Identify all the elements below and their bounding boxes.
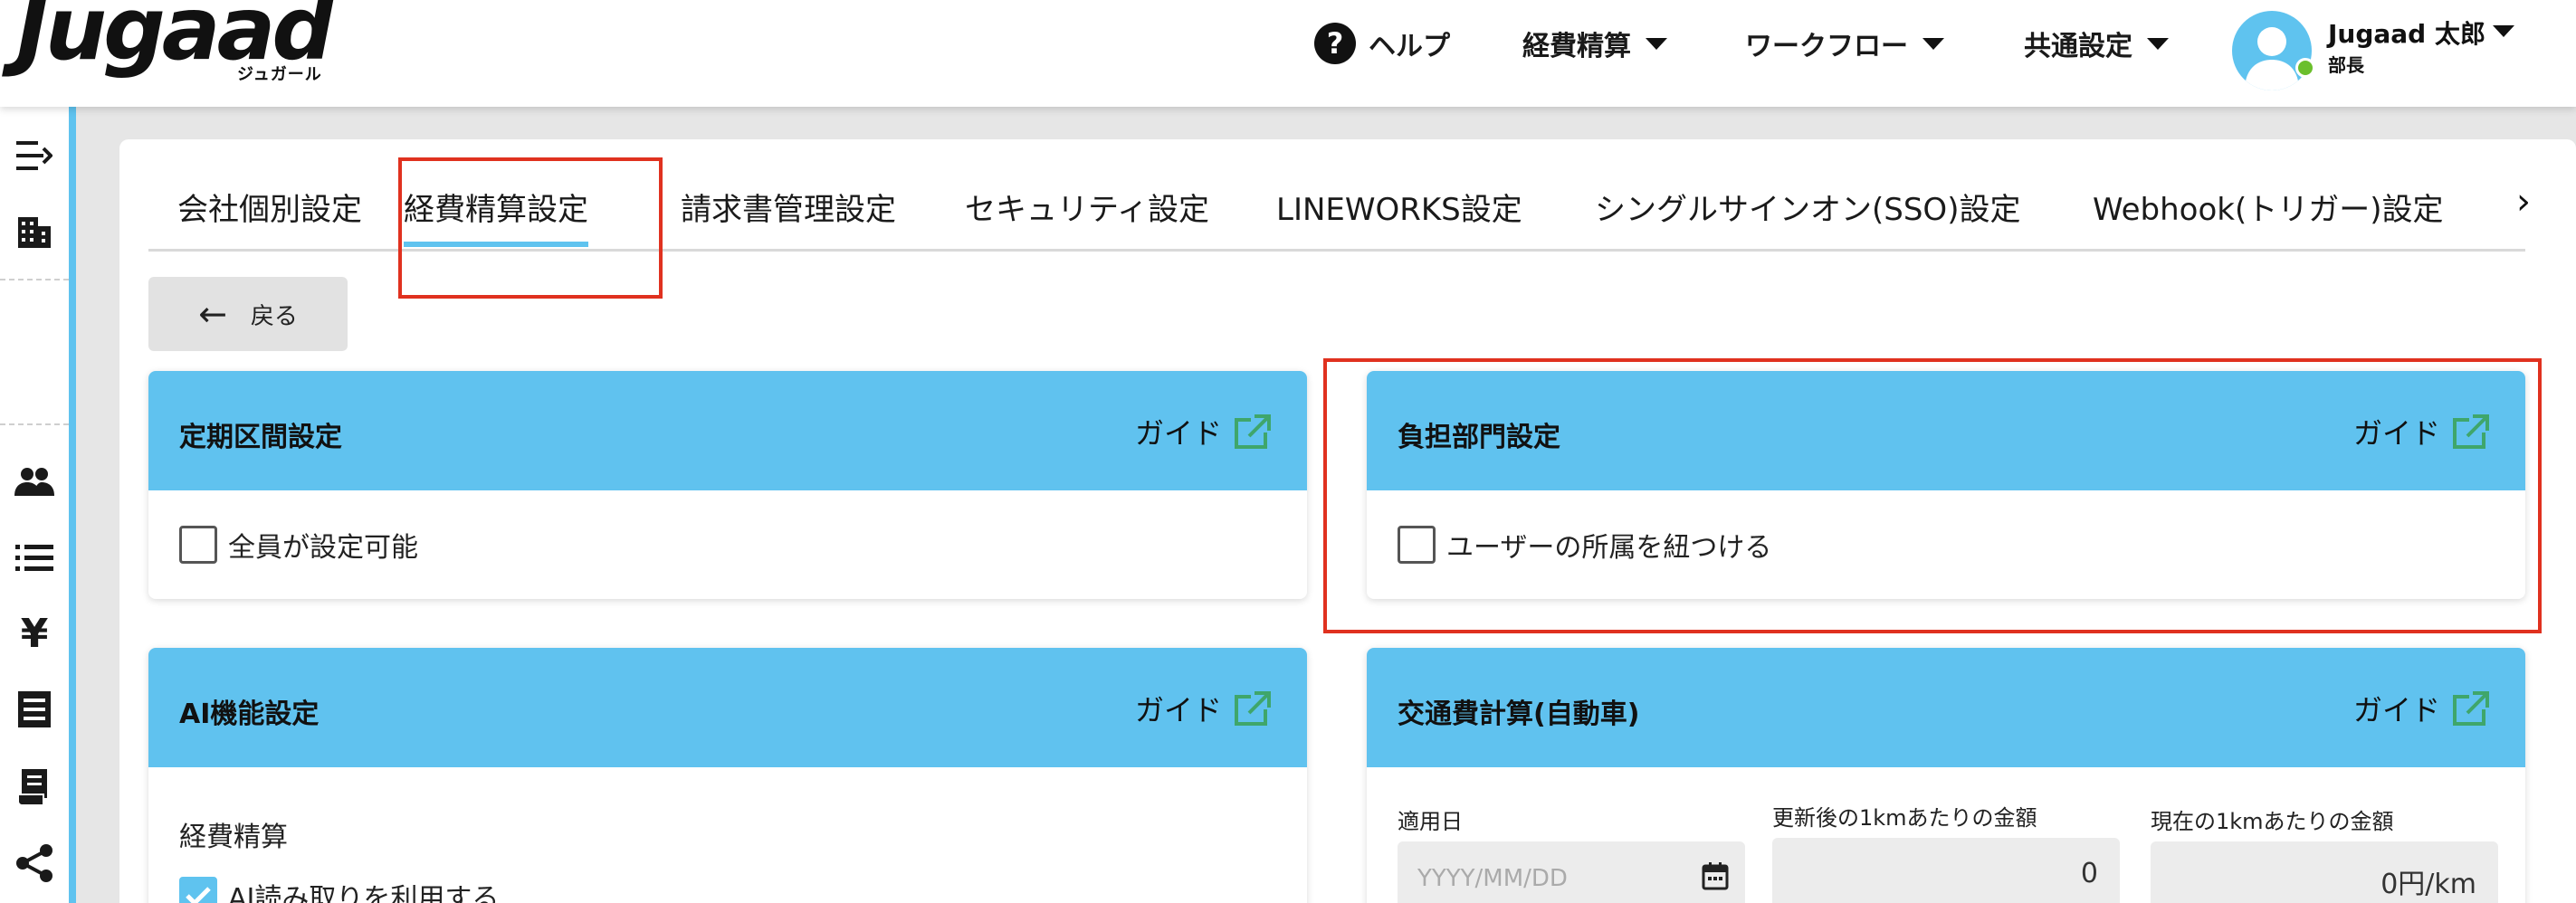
sidebar-divider — [0, 423, 69, 425]
online-status-indicator — [2295, 58, 2315, 78]
menu-expense[interactable]: 経費精算 — [1522, 18, 1667, 69]
list-icon[interactable] — [11, 534, 58, 581]
guide-label: ガイド — [1134, 416, 1222, 451]
receipt-list-icon[interactable] — [11, 686, 58, 733]
yen-icon[interactable]: ¥ — [11, 610, 58, 657]
card-header: 定期区間設定 ガイド — [148, 371, 1307, 490]
user-role: 部長 — [2328, 54, 2364, 76]
card-header: 交通費計算(自動車) ガイド — [1367, 648, 2525, 767]
date-placeholder: YYYY/MM/DD — [1417, 865, 1568, 892]
checkbox[interactable] — [179, 526, 217, 564]
guide-link[interactable]: ガイド — [1135, 688, 1273, 729]
card-commute-pass: 定期区間設定 ガイド 全員が設定可能 — [148, 371, 1307, 599]
current-rate-value: 0円/km — [2380, 869, 2476, 900]
guide-link[interactable]: ガイド — [2353, 688, 2491, 729]
tab-lineworks[interactable]: LINEWORKS設定 — [1276, 185, 1522, 229]
share-icon[interactable] — [11, 840, 58, 887]
user-menu-chevron-icon[interactable] — [2493, 25, 2514, 37]
menu-expense-label: 経費精算 — [1522, 31, 1631, 62]
external-link-icon — [1235, 691, 1271, 726]
help-menu[interactable]: ? ヘルプ — [1314, 18, 1450, 69]
menu-collapse-icon[interactable] — [11, 132, 58, 179]
date-label: 適用日 — [1398, 809, 1463, 834]
tab-company[interactable]: 会社個別設定 — [177, 185, 362, 229]
help-label: ヘルプ — [1369, 31, 1450, 62]
tab-security[interactable]: セキュリティ設定 — [965, 185, 1209, 229]
chevron-down-icon — [1922, 37, 1944, 50]
users-icon[interactable] — [11, 458, 58, 505]
card-ai-features: AI機能設定 ガイド 経費精算 AI読み取りを利用する — [148, 648, 1307, 903]
tab-sso[interactable]: シングルサインオン(SSO)設定 — [1595, 185, 2020, 229]
checkbox-label: 全員が設定可能 — [228, 532, 418, 564]
card-title: 定期区間設定 — [179, 422, 342, 453]
chevron-down-icon — [1646, 37, 1667, 50]
card-title: 交通費計算(自動車) — [1398, 699, 1640, 730]
all-users-editable-option[interactable]: 全員が設定可能 — [179, 525, 418, 565]
chevron-down-icon — [2147, 37, 2169, 50]
avatar[interactable] — [2232, 11, 2312, 90]
current-rate-display: 0円/km — [2151, 841, 2498, 903]
date-input[interactable]: YYYY/MM/DD — [1398, 841, 1745, 903]
back-button[interactable]: ← 戻る — [148, 277, 348, 351]
menu-common-settings[interactable]: 共通設定 — [2024, 18, 2169, 69]
card-header: AI機能設定 ガイド — [148, 648, 1307, 767]
sidebar: ¥ — [0, 107, 69, 903]
highlight-box-tab — [398, 157, 663, 299]
menu-common-settings-label: 共通設定 — [2024, 31, 2132, 62]
ai-ocr-option[interactable]: AI読み取りを利用する — [179, 876, 499, 903]
section-heading: 経費精算 — [179, 822, 288, 853]
app-logo-subtitle: ジュガール — [237, 65, 322, 84]
menu-workflow[interactable]: ワークフロー — [1745, 18, 1944, 69]
external-link-icon — [2453, 691, 2489, 726]
calendar-icon — [1702, 862, 1729, 890]
arrow-left-icon: ← — [198, 294, 227, 334]
sidebar-divider — [0, 279, 69, 280]
tab-scroll-next-icon[interactable]: › — [2516, 181, 2531, 223]
top-header: Jugaad ジュガール ? ヘルプ 経費精算 ワークフロー 共通設定 Juga… — [0, 0, 2576, 107]
building-icon[interactable] — [11, 208, 58, 255]
sidebar-accent-strip — [69, 107, 76, 903]
tab-webhook[interactable]: Webhook(トリガー)設定 — [2093, 185, 2444, 229]
highlight-box-card — [1323, 358, 2542, 633]
new-rate-input[interactable]: 0 — [1772, 838, 2120, 903]
checkbox-label: AI読み取りを利用する — [228, 883, 500, 903]
current-rate-label: 現在の1kmあたりの金額 — [2151, 809, 2394, 834]
new-rate-value: 0 — [2080, 858, 2098, 889]
external-link-icon — [1235, 414, 1271, 449]
card-title: AI機能設定 — [179, 699, 320, 730]
check-icon — [186, 887, 211, 903]
back-label: 戻る — [250, 302, 298, 330]
help-icon: ? — [1314, 23, 1356, 64]
guide-link[interactable]: ガイド — [1135, 411, 1273, 452]
tab-invoice-settings[interactable]: 請求書管理設定 — [681, 185, 896, 229]
invoice-icon[interactable] — [11, 764, 58, 811]
new-rate-label: 更新後の1kmあたりの金額 — [1772, 805, 2037, 831]
card-car-mileage: 交通費計算(自動車) ガイド 適用日 YYYY/MM/DD 更新後の1kmあたり… — [1367, 648, 2525, 903]
guide-label: ガイド — [2352, 693, 2440, 727]
checkbox-checked[interactable] — [179, 877, 217, 903]
user-name[interactable]: Jugaad 太郎 — [2328, 14, 2485, 51]
guide-label: ガイド — [1134, 693, 1222, 727]
menu-workflow-label: ワークフロー — [1745, 31, 1908, 62]
